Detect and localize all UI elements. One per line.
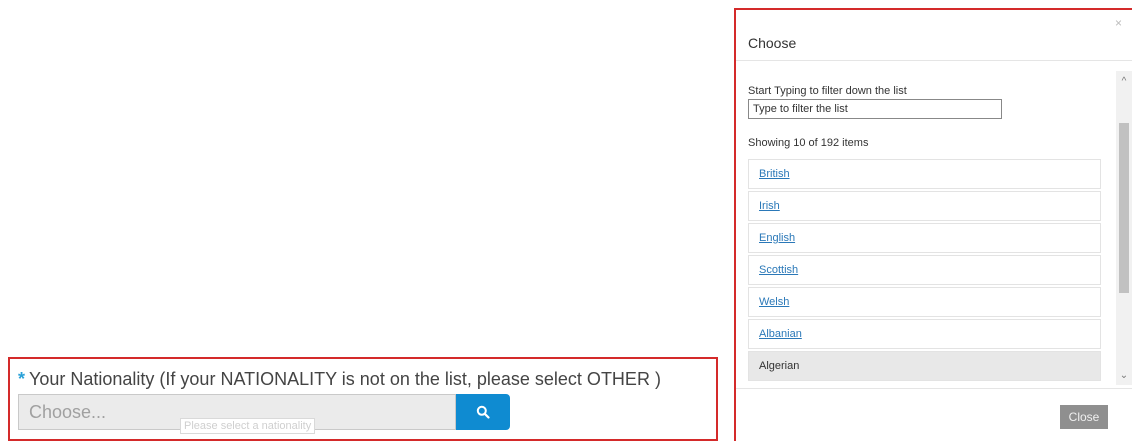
chevron-up-icon[interactable]: ^ [1116, 73, 1132, 89]
nationality-field-panel: * Your Nationality (If your NATIONALITY i… [8, 357, 718, 441]
list-item-link[interactable]: Albanian [759, 328, 802, 340]
item-count: Showing 10 of 192 items [748, 137, 869, 149]
nationality-list: British Irish English Scottish Welsh Alb… [748, 159, 1101, 383]
search-icon [476, 405, 490, 419]
list-item[interactable]: Irish [748, 191, 1101, 221]
validation-tooltip: Please select a nationality [180, 418, 316, 434]
list-item[interactable]: British [748, 159, 1101, 189]
search-button[interactable] [456, 394, 510, 430]
filter-label: Start Typing to filter down the list [748, 85, 907, 97]
required-asterisk: * [18, 369, 26, 389]
list-item[interactable]: Scottish [748, 255, 1101, 285]
choose-modal: Choose × Start Typing to filter down the… [734, 8, 1132, 441]
list-item-link[interactable]: Irish [759, 200, 780, 212]
chevron-down-icon[interactable]: ⌄ [1116, 367, 1132, 383]
list-scrollbar[interactable]: ^ ⌄ [1116, 71, 1132, 385]
list-item[interactable]: English [748, 223, 1101, 253]
list-item-link[interactable]: Algerian [759, 360, 799, 372]
modal-header: Choose × [736, 10, 1132, 61]
list-item[interactable]: Welsh [748, 287, 1101, 317]
list-item-link[interactable]: Welsh [759, 296, 789, 308]
modal-footer: Close [736, 388, 1132, 444]
list-item-link[interactable]: British [759, 168, 790, 180]
list-item-link[interactable]: English [759, 232, 795, 244]
modal-body: Start Typing to filter down the list Sho… [736, 61, 1114, 386]
close-icon[interactable]: × [1115, 16, 1122, 30]
filter-input[interactable] [748, 99, 1002, 119]
nationality-label: * Your Nationality (If your NATIONALITY i… [18, 369, 661, 390]
close-button[interactable]: Close [1060, 405, 1108, 429]
modal-title: Choose [748, 35, 797, 51]
list-item[interactable]: Albanian [748, 319, 1101, 349]
list-item-link[interactable]: Scottish [759, 264, 798, 276]
nationality-label-text: Your Nationality (If your NATIONALITY is… [29, 369, 661, 389]
scrollbar-thumb[interactable] [1119, 123, 1129, 293]
list-item-highlighted[interactable]: Algerian [748, 351, 1101, 381]
